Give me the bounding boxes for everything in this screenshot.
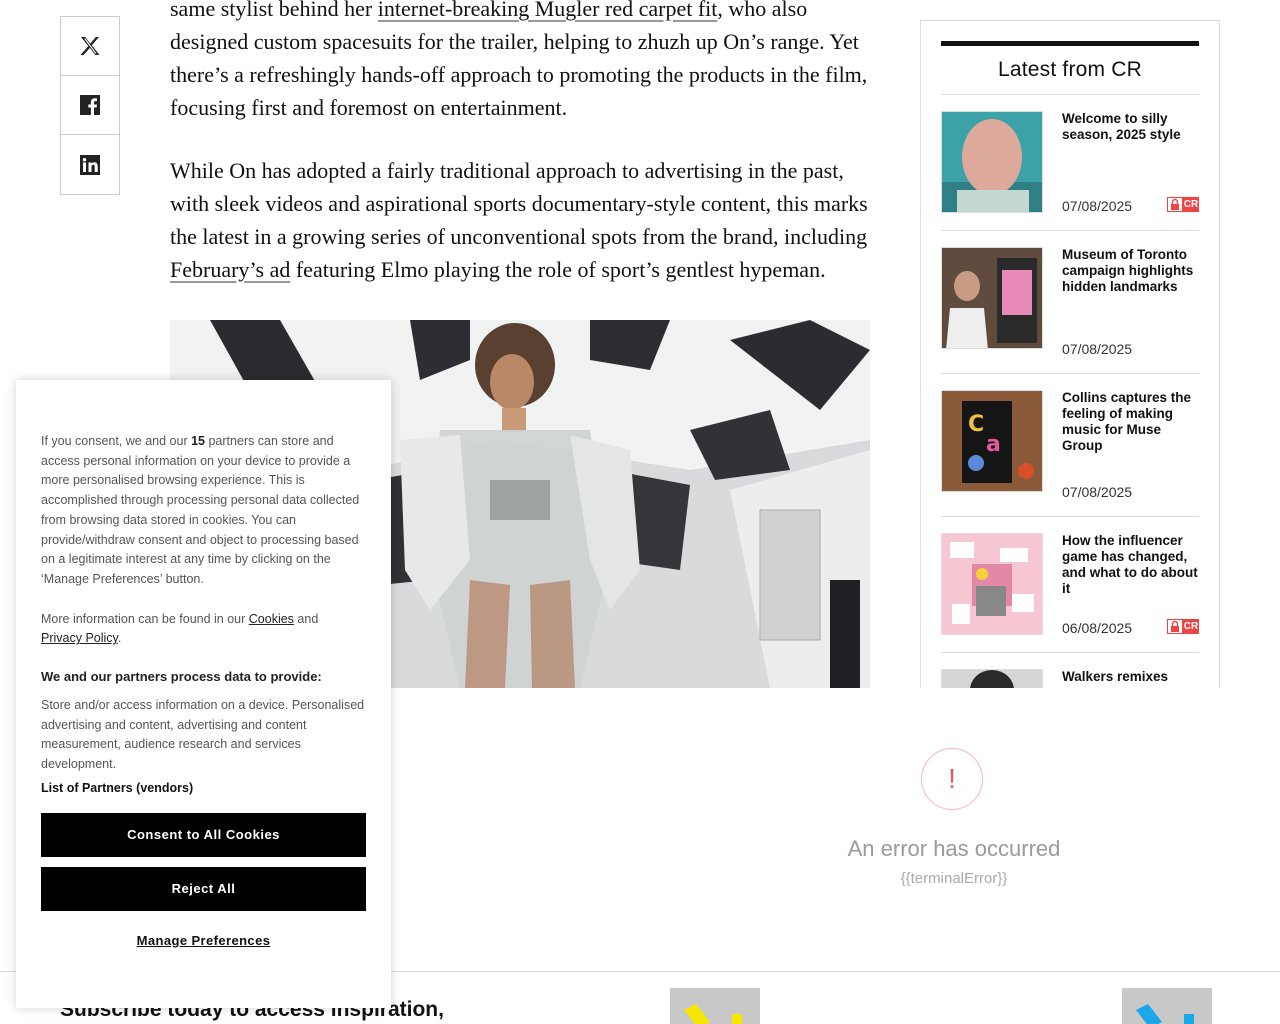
facebook-icon [80,95,100,115]
news-text: Collins captures the feeling of making m… [1043,390,1199,500]
news-title[interactable]: Welcome to silly season, 2025 style [1062,111,1199,143]
cr-badge-text: CR [1183,197,1199,212]
february-ad-link[interactable]: February’s ad [170,257,290,282]
news-title[interactable]: Collins captures the feeling of making m… [1062,390,1199,454]
person-thumbnail [942,670,1042,688]
vendors-list-link[interactable]: List of Partners (vendors) [41,781,366,795]
premium-badge: CR [1167,619,1199,634]
text-span: . [117,631,122,646]
collage-thumbnail [942,534,1042,634]
share-linkedin-button[interactable] [61,135,119,194]
error-title: An error has occurred [847,836,1061,861]
news-item[interactable]: C a Collins captures the feeling of maki… [941,374,1199,517]
svg-text:a: a [986,432,1001,457]
accept-all-cookies-button[interactable]: Consent to All Cookies [41,812,366,857]
news-thumbnail[interactable]: C a [941,390,1043,492]
text-span: While On has adopted a fairly traditiona… [170,158,868,249]
news-text: How the influencer game has changed, and… [1043,533,1199,636]
sidebar-title: Latest from CR [941,46,1199,95]
text-span: partners can store and access personal i… [41,434,360,586]
footer-logo-blue [1122,988,1212,1024]
share-x-button[interactable] [61,17,119,76]
manage-preferences-button[interactable]: Manage Preferences [41,933,366,948]
x-twitter-icon [80,37,100,55]
news-item[interactable]: Museum of Toronto campaign highlights hi… [941,231,1199,374]
latest-sidebar: Latest from CR Welcome to silly season, … [920,20,1220,688]
text-span: same stylist behind her [170,0,378,21]
news-text: Welcome to silly season, 2025 style 07/0… [1043,111,1199,214]
news-title[interactable]: Walkers remixes [1062,669,1199,685]
latest-sidebar-inner: Latest from CR Welcome to silly season, … [941,41,1199,688]
error-subtitle: {{terminalError}} [900,870,1008,887]
article-paragraph: While On has adopted a fairly traditiona… [170,154,870,286]
news-date: 07/08/2025 [1062,341,1133,357]
consent-more-info: More information can be found in our Coo… [41,610,366,649]
consent-purposes: Store and/or access information on a dev… [41,698,365,772]
premium-badge: CR [1167,197,1199,212]
consent-heading: We and our partners process data to prov… [41,669,322,685]
news-text: Walkers remixes [1043,669,1199,688]
text-span: featuring Elmo playing the role of sport… [290,257,826,282]
linkedin-icon [80,154,100,175]
news-thumbnail[interactable] [941,247,1043,349]
cookies-link[interactable]: Cookies [249,612,294,626]
partner-count: 15 [191,434,205,448]
privacy-policy-link[interactable]: Privacy Policy [41,631,118,645]
footer-logo-yellow [670,988,760,1024]
share-bar [60,16,120,195]
text-span: and [293,611,319,626]
svg-text:C: C [968,412,984,437]
error-icon: ! [921,748,983,810]
lock-icon [1167,619,1183,634]
poster-thumbnail: C a [942,391,1042,491]
share-facebook-button[interactable] [61,76,119,135]
news-title[interactable]: How the influencer game has changed, and… [1062,533,1199,597]
article-body: same stylist behind her internet-breakin… [170,0,870,316]
news-item[interactable]: How the influencer game has changed, and… [941,517,1199,653]
news-thumbnail[interactable] [941,669,1043,688]
news-item[interactable]: Walkers remixes [941,653,1199,688]
portrait-thumbnail [942,112,1042,212]
street-thumbnail [942,248,1042,348]
news-item[interactable]: Welcome to silly season, 2025 style 07/0… [941,95,1199,231]
cr-badge-text: CR [1183,619,1199,634]
mugler-fit-link[interactable]: internet-breaking Mugler red carpet fit [378,0,718,21]
news-thumbnail[interactable] [941,111,1043,213]
consent-description: If you consent, we and our 15 partners c… [41,432,366,590]
lock-icon [1167,197,1183,212]
text-span: More information can be found in our [41,611,249,626]
reject-all-button[interactable]: Reject All [41,866,366,911]
text-span: If you consent, we and our [41,434,192,448]
news-thumbnail[interactable] [941,533,1043,635]
news-title[interactable]: Museum of Toronto campaign highlights hi… [1062,247,1199,295]
news-date: 07/08/2025 [1062,484,1133,500]
article-paragraph: same stylist behind her internet-breakin… [170,0,870,124]
news-text: Museum of Toronto campaign highlights hi… [1043,247,1199,357]
cookie-consent-panel: If you consent, we and our 15 partners c… [16,380,391,1008]
